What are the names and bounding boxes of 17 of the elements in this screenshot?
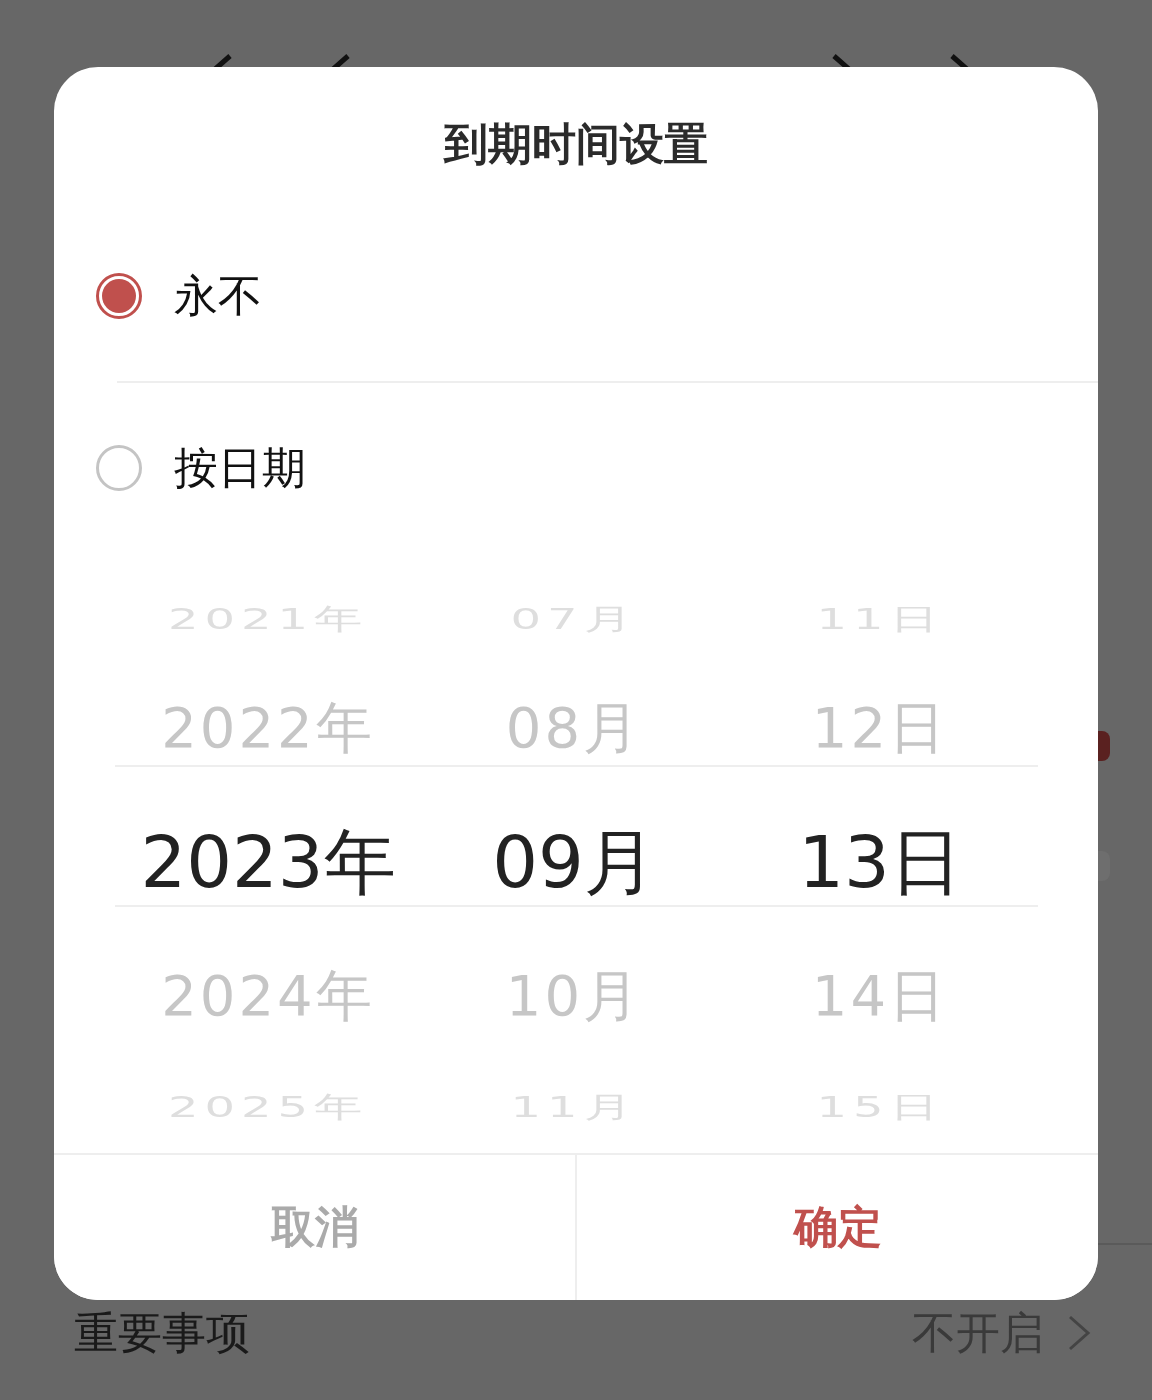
picker-item[interactable]: 13日 bbox=[798, 793, 962, 934]
picker-item[interactable]: 2024年 bbox=[161, 933, 375, 1062]
picker-item[interactable]: 12日 bbox=[811, 665, 949, 794]
picker-item[interactable]: 09月 bbox=[492, 793, 656, 934]
picker-item[interactable]: 2022年 bbox=[161, 665, 375, 794]
radio-button[interactable] bbox=[96, 445, 142, 492]
option-label[interactable]: 永不 bbox=[174, 266, 262, 326]
dialog-title: 到期时间设置 bbox=[444, 118, 708, 169]
option-label[interactable]: 按日期 bbox=[174, 438, 306, 498]
chevron-right-icon[interactable] bbox=[1066, 1313, 1092, 1353]
picker-item[interactable]: 08月 bbox=[505, 665, 643, 794]
setting-label: 重要事项 bbox=[74, 1305, 251, 1360]
picker-item[interactable]: 10月 bbox=[505, 933, 643, 1062]
picker-item[interactable]: 2023年 bbox=[140, 793, 396, 934]
confirm-button[interactable]: 确定 bbox=[575, 1155, 1098, 1300]
radio-button[interactable] bbox=[96, 273, 142, 320]
picker-item[interactable]: 14日 bbox=[811, 933, 949, 1062]
